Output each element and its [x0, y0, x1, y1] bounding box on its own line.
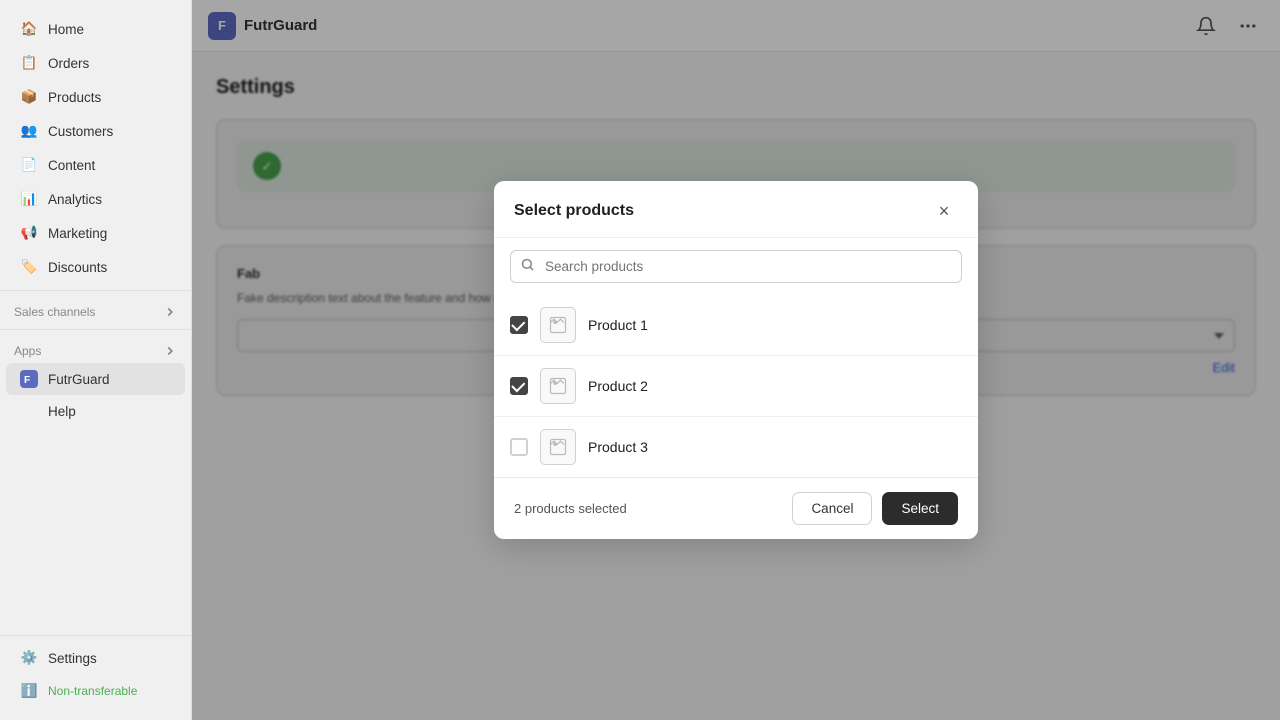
futrguard-icon: F	[20, 370, 38, 388]
product-name-2: Product 2	[588, 378, 648, 394]
sidebar-item-products[interactable]: 📦 Products	[6, 81, 185, 113]
product-name-3: Product 3	[588, 439, 648, 455]
product-checkbox-3[interactable]	[510, 438, 528, 456]
search-wrapper	[510, 250, 962, 283]
modal-footer: 2 products selected Cancel Select	[494, 477, 978, 539]
marketing-icon: 📢	[20, 224, 38, 242]
product-checkbox-1[interactable]	[510, 316, 528, 334]
sidebar-item-orders[interactable]: 📋 Orders	[6, 47, 185, 79]
selected-count: 2 products selected	[514, 501, 627, 516]
modal-overlay: Select products ×	[192, 0, 1280, 720]
sidebar-item-non-transferable[interactable]: ℹ️ Non-transferable	[6, 675, 185, 707]
modal-dialog: Select products ×	[494, 181, 978, 539]
sidebar-item-futrguard[interactable]: F FutrGuard	[6, 363, 185, 395]
customers-icon: 👥	[20, 122, 38, 140]
analytics-icon: 📊	[20, 190, 38, 208]
product-list: Product 1 Product 2 Product 3	[494, 295, 978, 477]
product-image-2	[540, 368, 576, 404]
sidebar-item-discounts[interactable]: 🏷️ Discounts	[6, 251, 185, 283]
modal-footer-buttons: Cancel Select	[792, 492, 958, 525]
search-icon	[520, 257, 535, 276]
apps-section-label: Apps	[0, 336, 191, 362]
product-item-3[interactable]: Product 3	[494, 417, 978, 477]
sidebar-item-help[interactable]: Help	[6, 397, 185, 426]
product-name-1: Product 1	[588, 317, 648, 333]
search-input[interactable]	[510, 250, 962, 283]
sidebar-divider-2	[0, 329, 191, 330]
products-icon: 📦	[20, 88, 38, 106]
sales-channels-label: Sales channels	[0, 297, 191, 323]
sidebar-item-content[interactable]: 📄 Content	[6, 149, 185, 181]
sidebar-item-home[interactable]: 🏠 Home	[6, 13, 185, 45]
product-item-1[interactable]: Product 1	[494, 295, 978, 356]
modal-title: Select products	[514, 202, 634, 220]
settings-icon: ⚙️	[20, 649, 38, 667]
product-item-2[interactable]: Product 2	[494, 356, 978, 417]
product-image-1	[540, 307, 576, 343]
product-image-3	[540, 429, 576, 465]
content-icon: 📄	[20, 156, 38, 174]
sidebar-divider-3	[0, 635, 191, 636]
orders-icon: 📋	[20, 54, 38, 72]
cancel-button[interactable]: Cancel	[792, 492, 872, 525]
modal-search	[494, 238, 978, 295]
sidebar-divider-1	[0, 290, 191, 291]
svg-text:F: F	[24, 375, 30, 386]
sidebar-item-customers[interactable]: 👥 Customers	[6, 115, 185, 147]
select-button[interactable]: Select	[882, 492, 958, 525]
modal-header: Select products ×	[494, 181, 978, 238]
info-icon: ℹ️	[20, 682, 38, 700]
sidebar: 🏠 Home 📋 Orders 📦 Products 👥 Customers 📄…	[0, 0, 192, 720]
sidebar-item-marketing[interactable]: 📢 Marketing	[6, 217, 185, 249]
sidebar-bottom: ⚙️ Settings ℹ️ Non-transferable	[0, 629, 191, 708]
sidebar-item-settings[interactable]: ⚙️ Settings	[6, 642, 185, 674]
main-content: F FutrGuard Settings ✓ Fab Fake descript…	[192, 0, 1280, 720]
discounts-icon: 🏷️	[20, 258, 38, 276]
sidebar-item-analytics[interactable]: 📊 Analytics	[6, 183, 185, 215]
home-icon: 🏠	[20, 20, 38, 38]
modal-close-button[interactable]: ×	[930, 197, 958, 225]
product-checkbox-2[interactable]	[510, 377, 528, 395]
